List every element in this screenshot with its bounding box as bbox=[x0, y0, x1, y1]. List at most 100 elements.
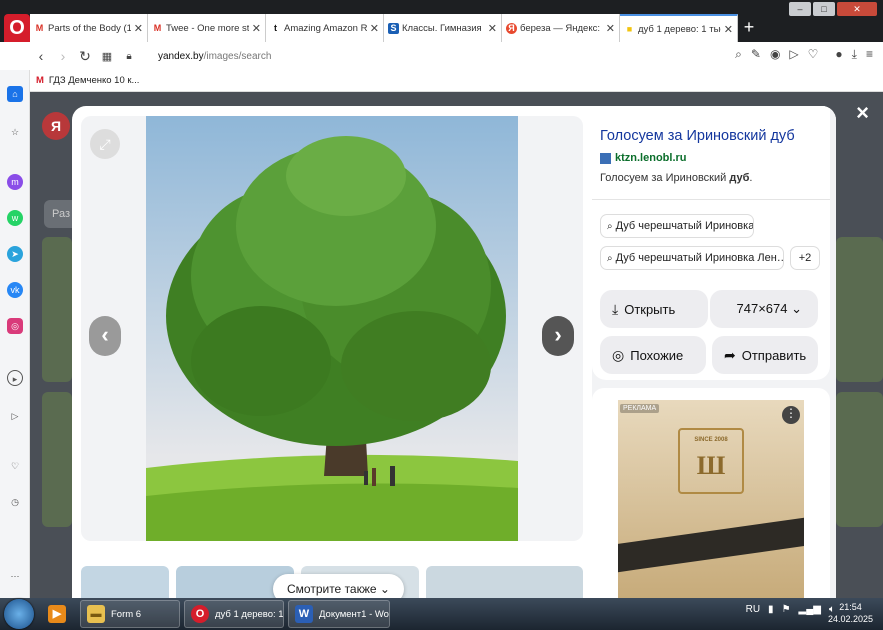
home-icon[interactable]: ⌂ bbox=[7, 86, 23, 102]
taskbar-folder[interactable]: ▬ Form 6 bbox=[80, 600, 180, 628]
chip-label: Дуб черешчатый Ириновка bbox=[615, 220, 754, 232]
bookmarks-bar: M ГДЗ Демченко 10 к... bbox=[0, 70, 883, 92]
instagram-icon[interactable]: ◎ bbox=[7, 318, 23, 334]
close-tab-icon[interactable]: ✕ bbox=[370, 22, 379, 35]
heart-icon[interactable]: ♡ bbox=[808, 47, 819, 62]
yandex-icon: Я bbox=[506, 22, 517, 34]
similar-button[interactable]: ◎ Похожие bbox=[600, 336, 706, 374]
open-image-button[interactable]: ⤓ Открыть bbox=[600, 290, 708, 328]
share-icon: ➦ bbox=[724, 347, 736, 363]
lock-icon[interactable]: 🔒︎ bbox=[118, 51, 140, 62]
opera-menu-button[interactable]: O bbox=[4, 14, 30, 42]
close-tab-icon[interactable]: ✕ bbox=[606, 22, 615, 35]
history-icon[interactable]: ◷ bbox=[7, 494, 23, 510]
reload-icon[interactable]: ↻ bbox=[74, 48, 96, 65]
star-icon[interactable]: ☆ bbox=[7, 124, 23, 140]
image-panel: ⤢ ‹ › bbox=[81, 116, 583, 541]
close-tab-icon[interactable]: ✕ bbox=[488, 22, 497, 35]
ad-since: SINCE 2008 bbox=[694, 437, 728, 443]
heart-icon[interactable]: ♡ bbox=[7, 458, 23, 474]
image-description: Голосуем за Ириновский дуб. bbox=[600, 172, 752, 184]
url-host: yandex.by bbox=[158, 50, 204, 62]
tab-twee[interactable]: M Twee - One more step ar✕ bbox=[148, 14, 266, 42]
forward-icon[interactable]: › bbox=[52, 48, 74, 64]
profile-icon[interactable]: ● bbox=[835, 47, 842, 62]
search-icon: ⌕ bbox=[607, 221, 613, 232]
tabs-grid-icon[interactable]: ▦ bbox=[96, 50, 118, 63]
expand-icon[interactable]: ⤢ bbox=[90, 129, 120, 159]
close-viewer-button[interactable]: × bbox=[856, 100, 869, 126]
taskbar-word[interactable]: W Документ1 - Wor... bbox=[288, 600, 390, 628]
minimize-button[interactable]: – bbox=[789, 2, 811, 16]
address-actions: ⌕ ✎ ◉ ▷ ♡ ● ⤓ ≡ bbox=[735, 47, 873, 62]
close-tab-icon[interactable]: ✕ bbox=[252, 22, 261, 35]
ad-banner[interactable]: РЕКЛАМА ⋮ SINCE 2008 Ш bbox=[618, 400, 804, 598]
whatsapp-icon[interactable]: w bbox=[7, 210, 23, 226]
back-icon[interactable]: ‹ bbox=[30, 48, 52, 64]
related-search-chip[interactable]: ⌕ Дуб черешчатый Ириновка bbox=[600, 214, 754, 238]
vk-icon[interactable]: vk bbox=[7, 282, 23, 298]
source-card: Голосуем за Ириновский дуб ktzn.lenobl.r… bbox=[592, 106, 830, 380]
size-label: 747×674 bbox=[736, 301, 788, 316]
image-title-link[interactable]: Голосуем за Ириновский дуб bbox=[600, 128, 795, 144]
download-icon: ⤓ bbox=[612, 301, 619, 317]
image-icon: ■ bbox=[626, 23, 633, 34]
tab-parts-of-body[interactable]: M Parts of the Body (1).pdf✕ bbox=[30, 14, 148, 42]
desc-bold: дуб bbox=[729, 172, 750, 184]
camera-icon[interactable]: ◉ bbox=[770, 47, 780, 62]
play-icon[interactable]: ▷ bbox=[789, 47, 798, 62]
bookmark-icon: M bbox=[36, 75, 44, 86]
close-tab-icon[interactable]: ✕ bbox=[724, 23, 733, 36]
new-tab-button[interactable]: + bbox=[738, 14, 760, 42]
chevron-down-icon: ⌄ bbox=[787, 301, 802, 316]
more-icon[interactable]: ⋯ bbox=[7, 568, 23, 584]
telegram-icon[interactable]: ➤ bbox=[7, 246, 23, 262]
prev-image-button[interactable]: ‹ bbox=[89, 316, 121, 356]
player-icon[interactable]: ▸ bbox=[7, 370, 23, 386]
taskbar-label: Документ1 - Wor... bbox=[319, 608, 390, 620]
tab-label: Parts of the Body (1).pdf bbox=[48, 22, 131, 34]
start-button[interactable] bbox=[4, 599, 34, 629]
tab-amazon[interactable]: t Amazing Amazon Rainfo✕ bbox=[266, 14, 384, 42]
media-player-icon[interactable]: ▶ bbox=[42, 600, 68, 628]
messenger-icon[interactable]: m bbox=[7, 174, 23, 190]
url-field[interactable]: yandex.by/images/search bbox=[158, 51, 271, 62]
taskbar-opera[interactable]: Oдуб 1 дерево: 1 т... bbox=[184, 600, 284, 628]
source-site[interactable]: ktzn.lenobl.ru bbox=[600, 152, 687, 164]
tab-bereza[interactable]: Ябереза — Яндекс: наш✕ bbox=[502, 14, 620, 42]
related-thumbnail[interactable] bbox=[426, 566, 583, 598]
date: 24.02.2025 bbox=[827, 614, 873, 624]
school-icon: S bbox=[388, 22, 399, 34]
tab-dub[interactable]: ■ дуб 1 дерево: 1 тыс изо✕ bbox=[620, 14, 738, 42]
maximize-button[interactable]: □ bbox=[813, 2, 835, 16]
search-icon[interactable]: ⌕ bbox=[735, 47, 742, 62]
size-dropdown[interactable]: 747×674 ⌄ bbox=[710, 290, 818, 328]
download-icon[interactable]: ⤓ bbox=[852, 47, 857, 62]
tab-gymnasium[interactable]: SКлассы. Гимназия № 2✕ bbox=[384, 14, 502, 42]
ad-decoration bbox=[618, 514, 804, 574]
gmail-icon: M bbox=[153, 22, 162, 33]
see-also-button[interactable]: Смотрите также ⌄ bbox=[273, 574, 404, 598]
related-thumbnail[interactable] bbox=[81, 566, 169, 598]
clock[interactable]: 21:54 24.02.2025 bbox=[828, 601, 873, 625]
flag-icon[interactable]: ⚑ bbox=[782, 604, 791, 615]
edit-icon[interactable]: ✎ bbox=[751, 47, 761, 62]
taskbar-label: Form 6 bbox=[111, 608, 142, 620]
more-chips-button[interactable]: +2 bbox=[790, 246, 820, 270]
share-button[interactable]: ➦ Отправить bbox=[712, 336, 818, 374]
next-image-button[interactable]: › bbox=[542, 316, 574, 356]
ad-card: РЕКЛАМА ⋮ SINCE 2008 Ш bbox=[592, 388, 830, 598]
more-options-icon[interactable]: ⋮ bbox=[782, 406, 800, 424]
bookmark-gdz[interactable]: ГДЗ Демченко 10 к... bbox=[49, 75, 140, 86]
related-search-chip[interactable]: ⌕ Дуб черешчатый Ириновка Лен… bbox=[600, 246, 784, 270]
easy-setup-icon[interactable]: ≡ bbox=[866, 47, 873, 62]
close-tab-icon[interactable]: ✕ bbox=[134, 22, 143, 35]
close-window-button[interactable]: ✕ bbox=[837, 2, 877, 16]
send-icon[interactable]: ▷ bbox=[7, 408, 23, 424]
yandex-logo[interactable]: Я bbox=[42, 112, 70, 140]
signal-icon[interactable]: ▂▄▆ bbox=[799, 604, 821, 615]
system-tray: RU ▮ ⚑ ▂▄▆ 🔈︎ bbox=[746, 604, 835, 615]
divider bbox=[592, 199, 830, 200]
network-icon[interactable]: ▮ bbox=[768, 604, 774, 615]
language-indicator[interactable]: RU bbox=[746, 604, 760, 615]
